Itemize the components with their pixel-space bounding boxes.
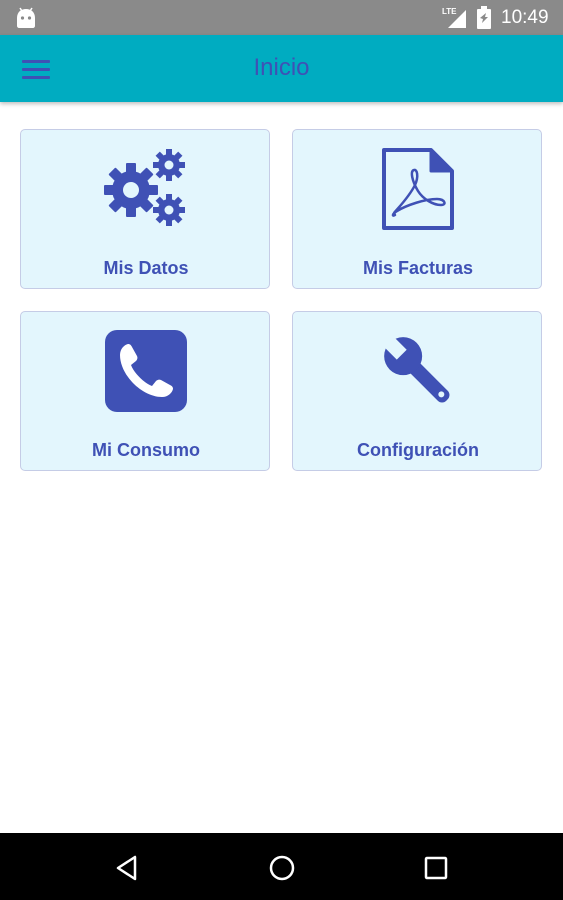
tile-mis-facturas[interactable]: Mis Facturas — [292, 129, 542, 289]
tile-mis-datos[interactable]: Mis Datos — [20, 129, 270, 289]
home-icon[interactable] — [264, 850, 300, 886]
page-title: Inicio — [253, 54, 310, 81]
system-nav-bar — [0, 833, 563, 900]
recent-apps-icon[interactable] — [418, 850, 454, 886]
wrench-icon — [382, 335, 450, 403]
signal-icon — [448, 10, 466, 28]
tile-label: Mi Consumo — [92, 440, 200, 460]
tile-label: Configuración — [357, 440, 479, 460]
tile-label: Mis Datos — [103, 258, 189, 278]
gears-icon — [104, 149, 185, 226]
tile-label: Mis Facturas — [362, 258, 474, 278]
tile-configuracion[interactable]: Configuración — [292, 311, 542, 471]
status-bar: LTE 10:49 — [0, 0, 563, 35]
back-icon[interactable] — [109, 850, 145, 886]
phone-icon — [105, 330, 187, 412]
status-clock: 10:49 — [501, 7, 549, 28]
tile-mi-consumo[interactable]: Mi Consumo — [20, 311, 270, 471]
battery-icon — [477, 6, 491, 29]
app-bar: Inicio — [0, 35, 563, 102]
pdf-document-icon — [382, 148, 454, 230]
android-icon — [17, 7, 35, 28]
